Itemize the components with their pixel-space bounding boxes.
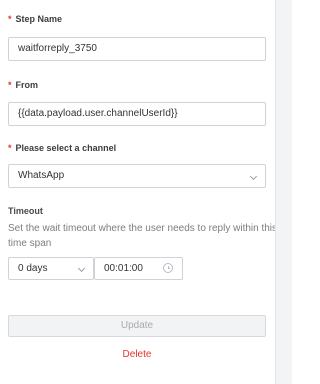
timeout-days-select[interactable]: 0 days: [8, 257, 94, 280]
channel-label-text: Please select a channel: [15, 143, 117, 153]
chevron-down-icon: [249, 172, 258, 181]
clock-icon: [163, 263, 173, 273]
step-name-input[interactable]: waitforreply_3750: [8, 37, 266, 61]
step-settings-panel: * Step Name waitforreply_3750 * From {{dat…: [0, 0, 278, 384]
timeout-time-input[interactable]: 00:01:00: [94, 257, 183, 280]
channel-selected-value: WhatsApp: [18, 170, 65, 181]
canvas-edge: [275, 0, 292, 384]
timeout-days-value: 0 days: [18, 263, 48, 274]
required-marker: *: [8, 143, 12, 153]
step-name-label: * Step Name: [8, 14, 62, 24]
timeout-label: Timeout: [8, 206, 43, 216]
required-marker: *: [8, 14, 12, 24]
step-name-value: waitforreply_3750: [18, 43, 97, 54]
from-input[interactable]: {{data.payload.user.channelUserId}}: [8, 102, 266, 126]
from-label-text: From: [15, 80, 39, 90]
update-button[interactable]: Update: [8, 315, 266, 337]
timeout-time-value: 00:01:00: [104, 263, 143, 274]
channel-select[interactable]: WhatsApp: [8, 164, 266, 188]
delete-button[interactable]: Delete: [8, 347, 266, 363]
timeout-description: Set the wait timeout where the user need…: [8, 223, 278, 249]
from-value: {{data.payload.user.channelUserId}}: [18, 108, 178, 119]
step-name-label-text: Step Name: [15, 14, 63, 24]
from-label: * From: [8, 80, 38, 90]
required-marker: *: [8, 80, 12, 90]
channel-label: * Please select a channel: [8, 143, 116, 153]
chevron-down-icon: [77, 264, 86, 273]
timeout-label-text: Timeout: [8, 206, 43, 216]
